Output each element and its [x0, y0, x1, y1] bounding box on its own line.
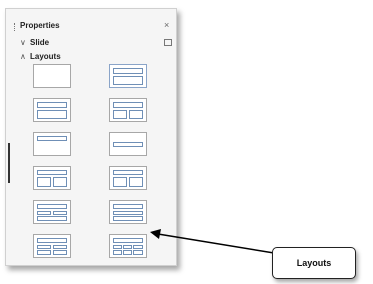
- callout-box: Layouts: [272, 247, 356, 279]
- callout-arrow: [150, 229, 275, 254]
- callout-label: Layouts: [296, 258, 332, 268]
